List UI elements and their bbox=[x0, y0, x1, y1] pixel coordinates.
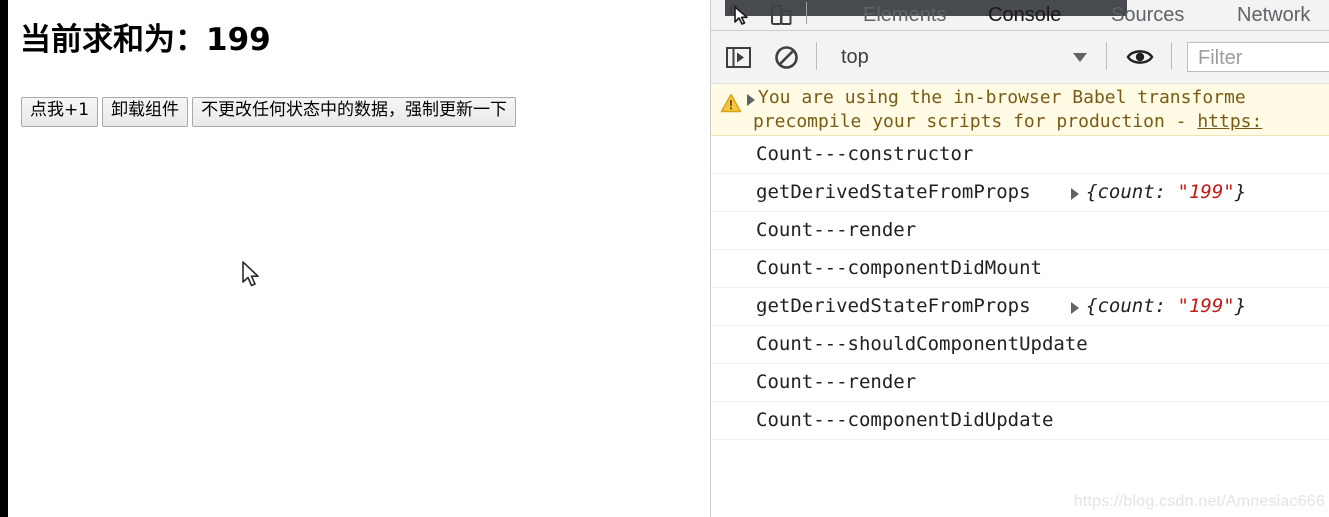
console-log-object-value: "199" bbox=[1177, 181, 1235, 203]
console-message-list[interactable]: You are using the in-browser Babel trans… bbox=[711, 84, 1329, 517]
console-log-row[interactable]: Count---render bbox=[711, 364, 1329, 402]
page-title: 当前求和为：199 bbox=[20, 22, 271, 58]
console-context-value: top bbox=[841, 46, 869, 68]
console-log-object-value: "199" bbox=[1177, 295, 1235, 317]
console-log-text: Count---componentDidMount bbox=[756, 257, 1042, 279]
devtools-panel: Elements Console Sources Network top Fil… bbox=[711, 0, 1329, 517]
warning-triangle-icon bbox=[720, 93, 742, 118]
tab-sources-label: Sources bbox=[1111, 4, 1185, 26]
toolbar-separator-3 bbox=[1171, 42, 1172, 70]
page-body: 当前求和为：199 点我+1 卸载组件 不更改任何状态中的数据，强制更新一下 bbox=[8, 0, 710, 517]
toolbar-separator-1 bbox=[816, 42, 817, 70]
console-log-object-post: } bbox=[1234, 181, 1247, 203]
force-update-button[interactable]: 不更改任何状态中的数据，强制更新一下 bbox=[192, 97, 517, 127]
console-log-text: Count---render bbox=[756, 219, 917, 241]
console-log-object[interactable]: {count: "199"} bbox=[1086, 174, 1246, 211]
console-warning-row[interactable]: You are using the in-browser Babel trans… bbox=[711, 84, 1329, 136]
console-log-text: Count---componentDidUpdate bbox=[756, 409, 1054, 431]
expand-arrow-icon[interactable] bbox=[1071, 188, 1079, 200]
tab-elements[interactable]: Elements bbox=[863, 0, 946, 30]
console-log-row[interactable]: getDerivedStateFromProps {count: "199"} bbox=[711, 174, 1329, 212]
expand-arrow-icon[interactable] bbox=[747, 94, 755, 106]
clear-console-icon[interactable] bbox=[773, 44, 800, 76]
tab-elements-label: Elements bbox=[863, 4, 947, 26]
console-toolbar: top Filter bbox=[711, 31, 1329, 84]
console-filter-placeholder: Filter bbox=[1198, 47, 1243, 69]
console-log-object-pre: {count: bbox=[1086, 295, 1178, 317]
console-log-text: Count---shouldComponentUpdate bbox=[756, 333, 1088, 355]
unmount-component-button[interactable]: 卸载组件 bbox=[102, 97, 189, 127]
console-log-row[interactable]: getDerivedStateFromProps {count: "199"} bbox=[711, 288, 1329, 326]
tab-sources[interactable]: Sources bbox=[1111, 0, 1184, 30]
console-filter-input[interactable]: Filter bbox=[1187, 42, 1329, 72]
watermark: https://blog.csdn.net/Amnesiac666 bbox=[1073, 493, 1325, 510]
expand-arrow-icon[interactable] bbox=[1071, 302, 1079, 314]
screenshot-root: 当前求和为：199 点我+1 卸载组件 不更改任何状态中的数据，强制更新一下 E… bbox=[0, 0, 1329, 517]
console-log-text: getDerivedStateFromProps bbox=[756, 295, 1031, 317]
console-log-row[interactable]: Count---componentDidMount bbox=[711, 250, 1329, 288]
console-log-row[interactable]: Count---componentDidUpdate bbox=[711, 402, 1329, 440]
console-warning-line1: You are using the in-browser Babel trans… bbox=[758, 87, 1246, 108]
toolbar-separator-2 bbox=[1106, 42, 1107, 70]
chevron-down-icon[interactable] bbox=[1073, 53, 1087, 62]
toolbar-separator bbox=[806, 2, 807, 24]
console-log-object[interactable]: {count: "199"} bbox=[1086, 288, 1246, 325]
console-log-text: getDerivedStateFromProps bbox=[756, 181, 1031, 203]
inspect-element-icon[interactable] bbox=[727, 2, 753, 30]
tab-console[interactable]: Console bbox=[988, 0, 1061, 30]
console-log-text: Count---render bbox=[756, 371, 917, 393]
tab-network[interactable]: Network bbox=[1237, 0, 1310, 30]
console-warning-link[interactable]: https: bbox=[1197, 111, 1262, 132]
console-log-object-post: } bbox=[1234, 295, 1247, 317]
tab-console-label: Console bbox=[988, 4, 1062, 26]
console-warning-line2: precompile your scripts for production - bbox=[753, 111, 1198, 132]
console-log-row[interactable]: Count---shouldComponentUpdate bbox=[711, 326, 1329, 364]
mouse-pointer-icon bbox=[242, 261, 262, 289]
device-toolbar-icon[interactable] bbox=[768, 2, 794, 30]
increment-button[interactable]: 点我+1 bbox=[21, 97, 99, 127]
console-sidebar-icon[interactable] bbox=[725, 44, 752, 76]
live-expression-eye-icon[interactable] bbox=[1126, 45, 1154, 74]
devtools-tabbar: Elements Console Sources Network bbox=[711, 0, 1329, 31]
console-log-row[interactable]: Count---constructor bbox=[711, 136, 1329, 174]
console-log-object-pre: {count: bbox=[1086, 181, 1178, 203]
console-log-text: Count---constructor bbox=[756, 143, 974, 165]
web-page-pane: 当前求和为：199 点我+1 卸载组件 不更改任何状态中的数据，强制更新一下 bbox=[0, 0, 710, 517]
page-button-row: 点我+1 卸载组件 不更改任何状态中的数据，强制更新一下 bbox=[21, 97, 517, 127]
tab-network-label: Network bbox=[1237, 4, 1311, 26]
console-log-row[interactable]: Count---render bbox=[711, 212, 1329, 250]
console-context-selector[interactable]: top bbox=[841, 42, 1161, 72]
page-left-gutter bbox=[0, 0, 8, 517]
console-warning-text: You are using the in-browser Babel trans… bbox=[753, 86, 1329, 134]
